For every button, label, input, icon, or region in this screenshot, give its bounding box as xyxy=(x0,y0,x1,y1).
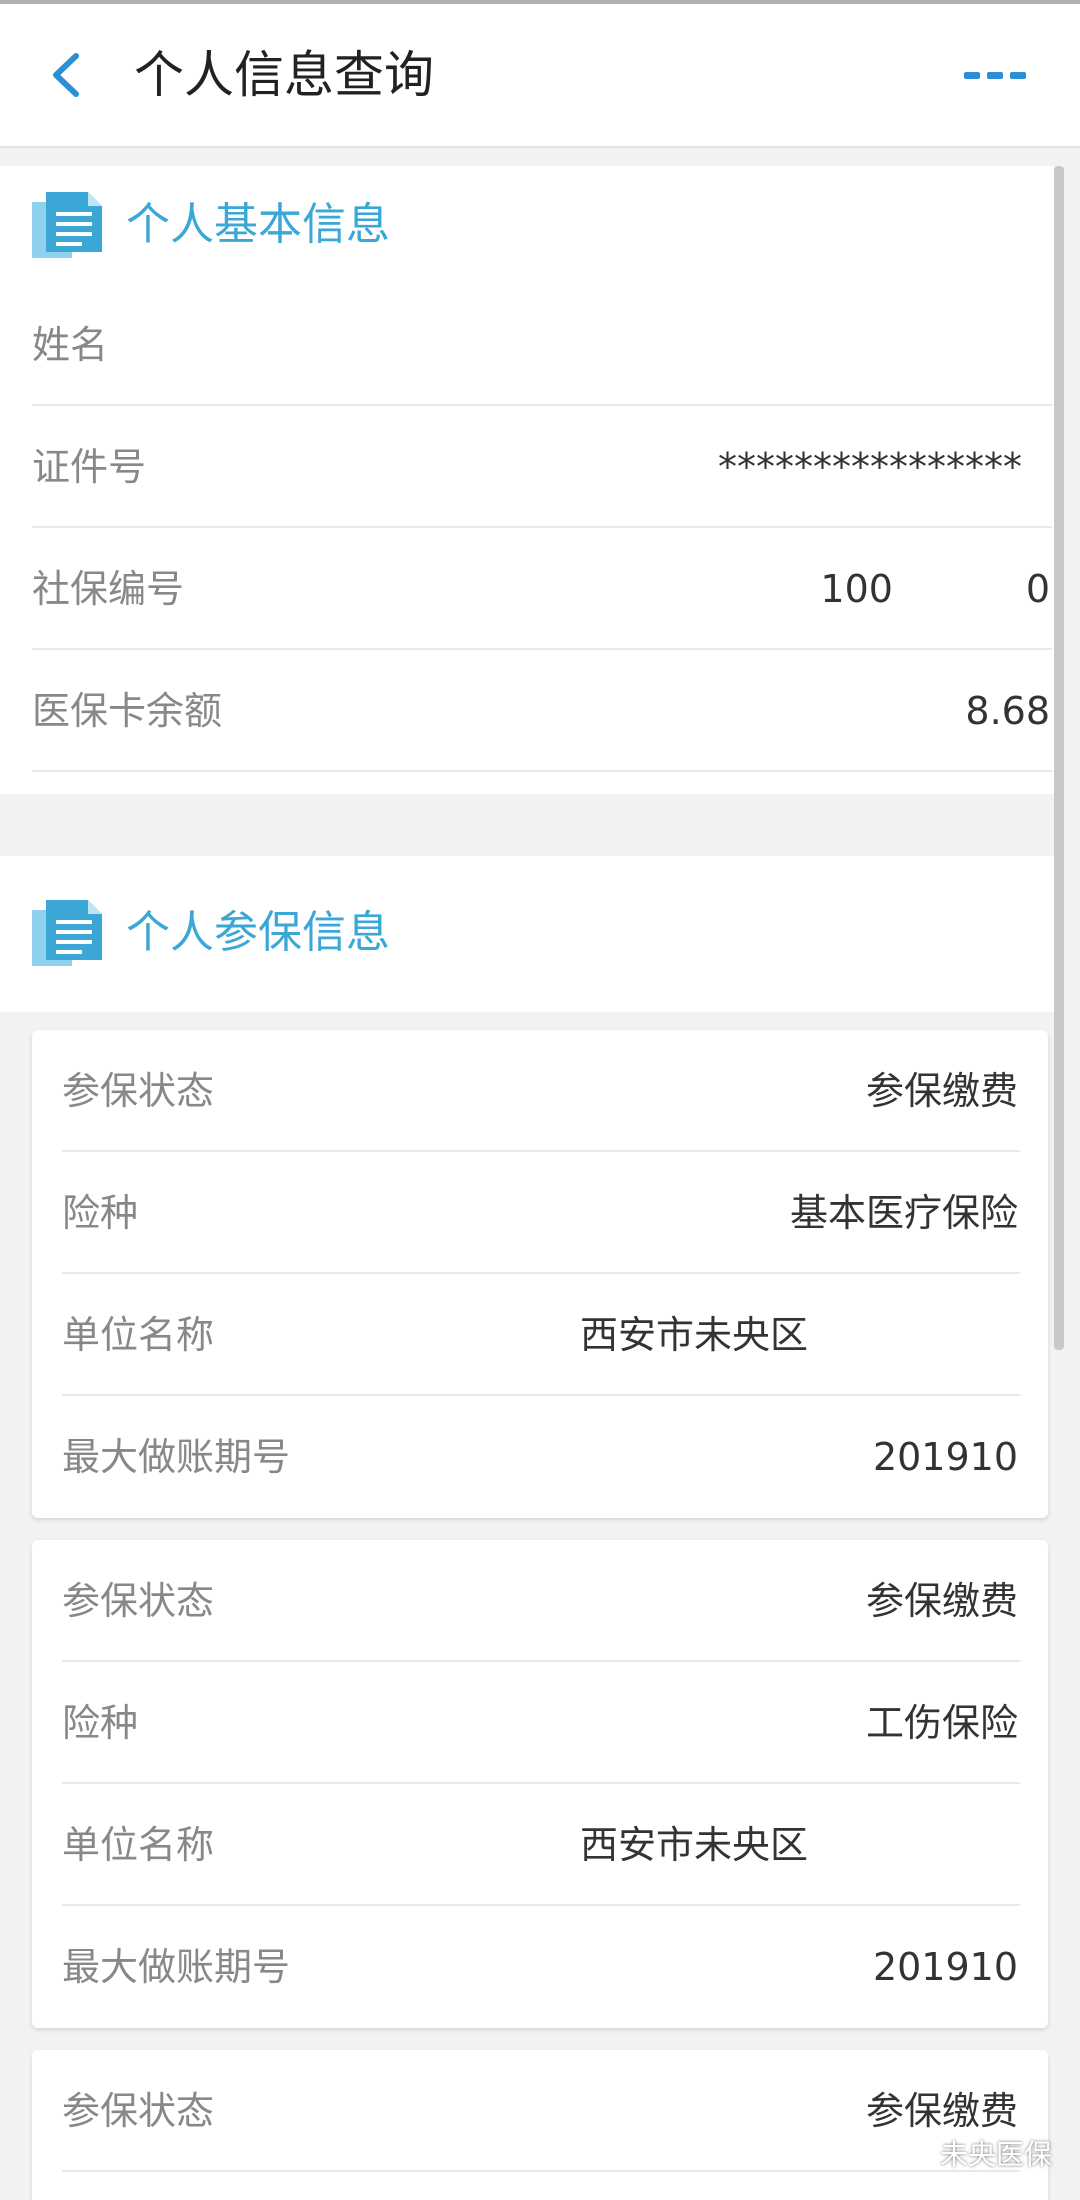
row-value: 西安市未央区 xyxy=(579,1313,808,1357)
row-label: 参保状态 xyxy=(62,2089,215,2133)
row-value: 基本医疗保险 xyxy=(789,1191,1018,1235)
row-value: 201910 xyxy=(872,1435,1018,1479)
basic-info-header: 个人基本信息 xyxy=(0,166,1054,290)
row-label: 单位名称 xyxy=(62,1823,215,1867)
back-button[interactable] xyxy=(40,40,100,110)
row-label: 最大做账期号 xyxy=(62,1945,291,1989)
card-row-status: 参保状态 参保缴费 xyxy=(62,2050,1020,2172)
row-divider xyxy=(62,2170,1020,2172)
watermark-text: 未央医保 xyxy=(940,2138,1053,2171)
row-value: **************** xyxy=(718,445,1022,489)
card-row-insurance-type: 险种 工伤保险 xyxy=(62,1662,1020,1784)
row-label: 参保状态 xyxy=(62,1069,215,1113)
page-title: 个人信息查询 xyxy=(134,46,434,104)
card-row-employer: 单位名称 西安市未央区 xyxy=(62,1274,1020,1396)
scrollbar[interactable] xyxy=(1054,166,1064,1350)
row-label: 参保状态 xyxy=(62,1579,215,1623)
row-value: 8.68 xyxy=(965,689,1050,733)
insurance-info-header: 个人参保信息 xyxy=(0,856,1054,1012)
insurance-card: 参保状态 参保缴费 险种 工伤保险 单位名称 西安市未央区 最大做账期号 201… xyxy=(32,1540,1048,2028)
insurance-card: 参保状态 参保缴费 xyxy=(32,2050,1048,2200)
info-row-id-number: 证件号 **************** xyxy=(32,406,1052,528)
card-row-status: 参保状态 参保缴费 xyxy=(62,1030,1020,1152)
info-row-name: 姓名 xyxy=(32,284,1052,406)
section-title: 个人基本信息 xyxy=(126,199,390,250)
info-row-card-balance: 医保卡余额 8.68 xyxy=(32,650,1052,772)
row-value: 工伤保险 xyxy=(865,1701,1018,1745)
watermark: 未央医保 xyxy=(898,2130,1052,2180)
basic-info-section: 个人基本信息 姓名 证件号 **************** 社保编号 100 … xyxy=(0,166,1054,794)
card-row-max-period: 最大做账期号 201910 xyxy=(62,1906,1020,2028)
row-label: 险种 xyxy=(62,1701,139,1745)
row-label: 单位名称 xyxy=(62,1313,215,1357)
row-label: 医保卡余额 xyxy=(32,689,223,733)
more-dots-icon xyxy=(964,72,1026,79)
row-value: 西安市未央区 xyxy=(579,1823,808,1867)
card-row-employer: 单位名称 西安市未央区 xyxy=(62,1784,1020,1906)
document-icon xyxy=(32,900,102,966)
row-value: 100 0 xyxy=(820,567,1050,611)
wechat-icon xyxy=(898,2141,934,2170)
row-label: 险种 xyxy=(62,1191,139,1235)
insurance-card: 参保状态 参保缴费 险种 基本医疗保险 单位名称 西安市未央区 最大做账期号 2… xyxy=(32,1030,1048,1518)
chevron-left-icon xyxy=(53,53,79,97)
row-divider xyxy=(32,770,1052,772)
row-value: 参保缴费 xyxy=(865,1579,1018,1623)
row-value: 201910 xyxy=(872,1945,1018,1989)
card-row-max-period: 最大做账期号 201910 xyxy=(62,1396,1020,1518)
row-label: 社保编号 xyxy=(32,567,185,611)
row-value: 参保缴费 xyxy=(865,1069,1018,1113)
row-label: 最大做账期号 xyxy=(62,1435,291,1479)
nav-bar: 个人信息查询 xyxy=(0,4,1080,148)
row-label: 姓名 xyxy=(32,323,109,367)
card-row-status: 参保状态 参保缴费 xyxy=(62,1540,1020,1662)
section-title: 个人参保信息 xyxy=(126,907,390,958)
row-label: 证件号 xyxy=(32,445,147,489)
more-button[interactable] xyxy=(962,60,1028,90)
document-icon xyxy=(32,192,102,258)
card-row-insurance-type: 险种 基本医疗保险 xyxy=(62,1152,1020,1274)
info-row-social-security-number: 社保编号 100 0 xyxy=(32,528,1052,650)
